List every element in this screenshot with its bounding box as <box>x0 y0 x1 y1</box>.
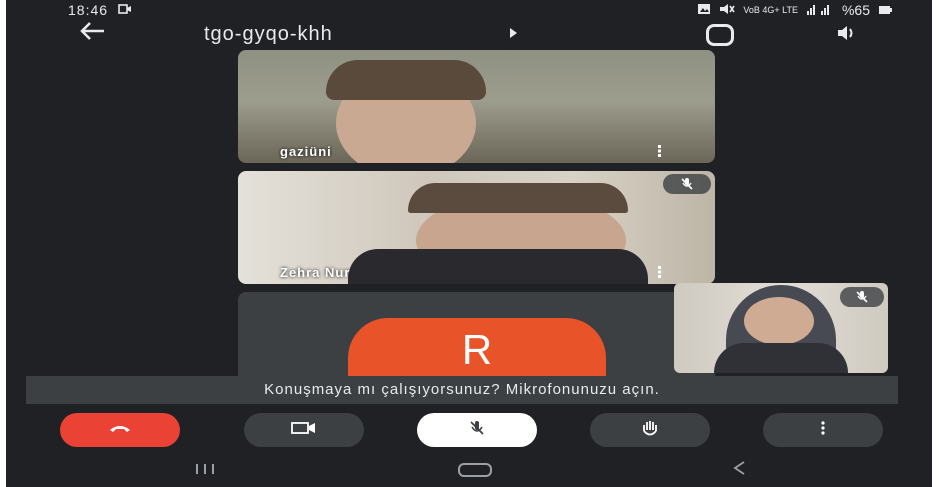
camera-toggle-button[interactable] <box>244 413 364 447</box>
recent-apps-icon[interactable] <box>194 462 216 478</box>
clock: 18:46 <box>68 2 109 18</box>
meeting-header: tgo-gyqo-khh <box>6 20 932 52</box>
tile-more-icon[interactable] <box>658 145 661 157</box>
self-view[interactable] <box>674 283 888 373</box>
expand-caret-icon[interactable] <box>510 28 517 38</box>
camera-status-icon <box>118 2 132 18</box>
switch-camera-icon[interactable] <box>706 24 734 46</box>
participant-clothing <box>348 249 648 284</box>
call-controls <box>6 413 932 447</box>
status-bar: 18:46 VoB 4G+ LTE %65 <box>6 0 932 20</box>
meeting-code[interactable]: tgo-gyqo-khh <box>204 23 333 46</box>
video-camera-icon <box>291 421 317 440</box>
phone-hangup-icon <box>108 421 132 439</box>
signal-icon <box>806 2 834 18</box>
battery-icon <box>878 2 892 18</box>
self-clothing <box>714 343 848 373</box>
participant-avatar: R <box>348 318 606 382</box>
hang-up-button[interactable] <box>60 413 180 447</box>
tile-more-icon[interactable] <box>658 266 661 278</box>
participant-tile[interactable]: R <box>238 292 715 382</box>
android-nav-bar <box>6 450 932 487</box>
more-vert-icon <box>820 420 826 441</box>
speaker-icon[interactable] <box>836 24 858 47</box>
participant-hair <box>408 183 628 213</box>
home-icon[interactable] <box>458 463 492 477</box>
battery-percent: %65 <box>841 2 870 18</box>
network-type-label: VoB 4G+ LTE <box>743 4 798 15</box>
self-video <box>744 297 814 345</box>
nav-back-icon[interactable] <box>732 456 746 482</box>
mic-off-icon <box>663 174 711 194</box>
participant-hair <box>326 60 486 100</box>
microphone-toggle-button[interactable] <box>417 413 537 447</box>
participant-tile[interactable]: Zehra Nur <box>238 171 715 284</box>
participant-tile[interactable]: gaziüni <box>238 50 715 163</box>
mute-status-icon <box>719 2 736 18</box>
raise-hand-button[interactable] <box>590 413 710 447</box>
hand-icon <box>640 419 660 442</box>
participant-name: Zehra Nur <box>280 265 351 280</box>
back-arrow-icon[interactable] <box>78 20 106 49</box>
meet-screen: 18:46 VoB 4G+ LTE %65 tgo-gyqo-khh gaziü… <box>6 0 932 487</box>
mic-hint-banner[interactable]: Konuşmaya mı çalışıyorsunuz? Mikrofonunu… <box>26 376 898 404</box>
participant-name: gaziüni <box>280 144 332 159</box>
more-options-button[interactable] <box>763 413 883 447</box>
mic-off-icon <box>468 419 486 442</box>
mic-off-icon <box>840 287 884 307</box>
gallery-status-icon <box>697 2 711 18</box>
